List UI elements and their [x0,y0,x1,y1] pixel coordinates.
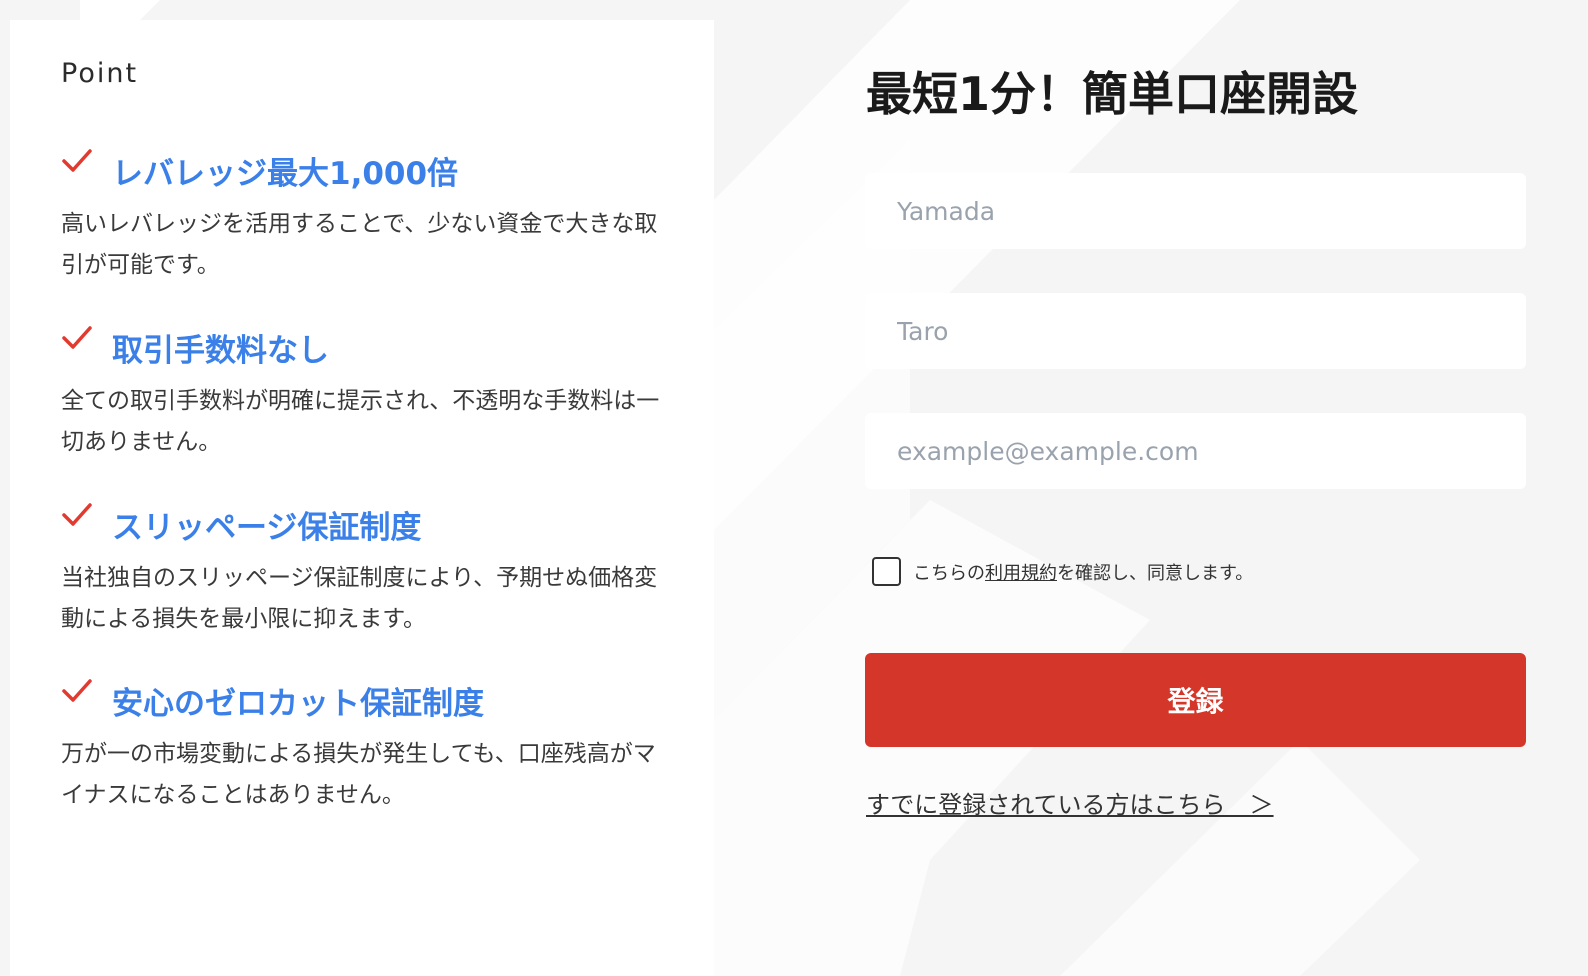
point-description: 全ての取引手数料が明確に提示され、不透明な手数料は一切ありません。 [61,388,660,455]
points-panel: Point レバレッジ最大1,000倍 高いレバレッジを活用することで、少ない資… [10,20,714,976]
terms-consent-prefix: こちらの [913,563,985,584]
point-item-zero-cut: 安心のゼロカット保証制度 万が一の市場変動による損失が発生しても、口座残高がマイ… [61,678,661,816]
point-title-row: スリッページ保証制度 [61,502,661,552]
point-title: スリッページ保証制度 [112,510,422,546]
registration-page: Point レバレッジ最大1,000倍 高いレバレッジを活用することで、少ない資… [0,0,1588,976]
check-icon [62,679,92,702]
form-title: 最短1分！簡単口座開設 [866,67,1359,121]
existing-user-login-link[interactable]: すでに登録されている方はこちら ＞ [866,785,1274,820]
point-title-row: 取引手数料なし [61,325,661,375]
check-icon [62,326,92,349]
email-input[interactable] [865,413,1526,489]
point-item-leverage: レバレッジ最大1,000倍 高いレバレッジを活用することで、少ない資金で大きな取… [61,148,661,286]
terms-consent-suffix: を確認し、同意します。 [1057,563,1254,584]
point-title: 取引手数料なし [112,333,329,369]
terms-of-use-link[interactable]: 利用規約 [985,563,1057,584]
point-title-row: 安心のゼロカット保証制度 [61,678,661,728]
register-button[interactable]: 登録 [865,653,1526,747]
check-icon [62,503,92,526]
terms-consent-label: こちらの利用規約を確認し、同意します。 [913,559,1253,585]
point-title: 安心のゼロカット保証制度 [112,686,484,722]
point-title: レバレッジ最大1,000倍 [112,156,459,192]
last-name-input[interactable] [865,173,1526,249]
points-heading: Point [61,58,139,89]
point-title-row: レバレッジ最大1,000倍 [61,148,661,198]
terms-checkbox[interactable] [872,557,901,586]
check-icon [62,149,92,172]
first-name-input[interactable] [865,293,1526,369]
point-description: 万が一の市場変動による損失が発生しても、口座残高がマイナスになることはありません… [61,741,656,808]
point-item-no-fees: 取引手数料なし 全ての取引手数料が明確に提示され、不透明な手数料は一切ありません… [61,325,661,463]
point-description: 高いレバレッジを活用することで、少ない資金で大きな取引が可能です。 [61,211,658,278]
point-description: 当社独自のスリッページ保証制度により、予期せぬ価格変動による損失を最小限に抑えま… [61,565,658,632]
point-item-slippage: スリッページ保証制度 当社独自のスリッページ保証制度により、予期せぬ価格変動によ… [61,502,661,640]
